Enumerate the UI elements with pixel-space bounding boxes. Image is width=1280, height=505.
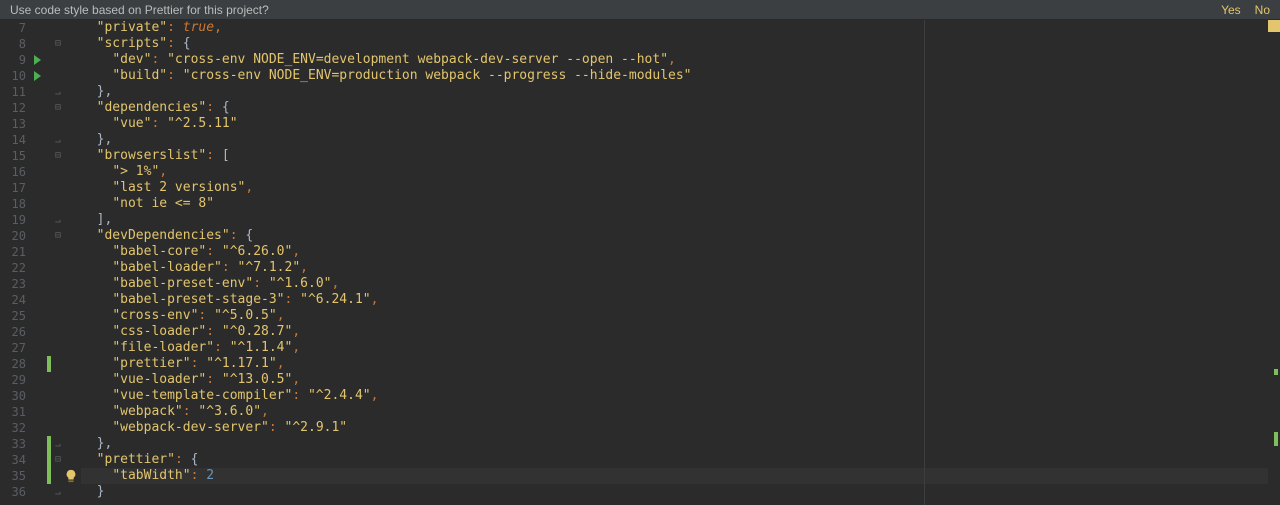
line-number[interactable]: 9 <box>0 52 26 68</box>
run-script-icon[interactable] <box>34 55 41 65</box>
line-number[interactable]: 34 <box>0 452 26 468</box>
code-line[interactable]: "css-loader": "^0.28.7", <box>81 324 1280 340</box>
line-number[interactable]: 30 <box>0 388 26 404</box>
scrollbar-strip[interactable] <box>1268 20 1280 505</box>
code-line[interactable]: "vue": "^2.5.11" <box>81 116 1280 132</box>
line-number[interactable]: 29 <box>0 372 26 388</box>
line-number[interactable]: 23 <box>0 276 26 292</box>
code-line[interactable]: "prettier": { <box>81 452 1280 468</box>
code-line[interactable]: "webpack": "^3.6.0", <box>81 404 1280 420</box>
intention-gutter <box>63 20 81 505</box>
line-number[interactable]: 14 <box>0 132 26 148</box>
line-number[interactable]: 12 <box>0 100 26 116</box>
code-line[interactable]: "babel-core": "^6.26.0", <box>81 244 1280 260</box>
line-number[interactable]: 28 <box>0 356 26 372</box>
inspection-status-icon[interactable] <box>1268 20 1280 32</box>
code-line[interactable]: "> 1%", <box>81 164 1280 180</box>
fold-end-icon: ⌐ <box>53 132 63 148</box>
code-line[interactable]: }, <box>81 84 1280 100</box>
code-line[interactable]: "dev": "cross-env NODE_ENV=development w… <box>81 52 1280 68</box>
code-line[interactable]: }, <box>81 436 1280 452</box>
line-number[interactable]: 32 <box>0 420 26 436</box>
code-line[interactable]: "last 2 versions", <box>81 180 1280 196</box>
notification-message: Use code style based on Prettier for thi… <box>10 0 269 20</box>
code-line[interactable]: "babel-preset-stage-3": "^6.24.1", <box>81 292 1280 308</box>
code-line[interactable]: "private": true, <box>81 20 1280 36</box>
code-line[interactable]: "babel-loader": "^7.1.2", <box>81 260 1280 276</box>
code-line[interactable]: "vue-loader": "^13.0.5", <box>81 372 1280 388</box>
code-line[interactable]: "not ie <= 8" <box>81 196 1280 212</box>
line-number[interactable]: 18 <box>0 196 26 212</box>
fold-toggle-open-icon[interactable]: ⊟ <box>53 100 63 116</box>
fold-toggle-open-icon[interactable]: ⊟ <box>53 228 63 244</box>
run-script-icon[interactable] <box>34 71 41 81</box>
code-line[interactable]: "file-loader": "^1.1.4", <box>81 340 1280 356</box>
code-line[interactable]: "babel-preset-env": "^1.6.0", <box>81 276 1280 292</box>
right-margin-guide <box>924 20 925 505</box>
line-number[interactable]: 31 <box>0 404 26 420</box>
code-line[interactable]: "scripts": { <box>81 36 1280 52</box>
line-number[interactable]: 24 <box>0 292 26 308</box>
line-number[interactable]: 8 <box>0 36 26 52</box>
fold-toggle-open-icon[interactable]: ⊟ <box>53 36 63 52</box>
code-line[interactable]: "browserslist": [ <box>81 148 1280 164</box>
line-number[interactable]: 7 <box>0 20 26 36</box>
fold-end-icon: ⌐ <box>53 484 63 500</box>
line-number[interactable]: 15 <box>0 148 26 164</box>
code-line[interactable]: "cross-env": "^5.0.5", <box>81 308 1280 324</box>
line-number[interactable]: 33 <box>0 436 26 452</box>
line-number[interactable]: 16 <box>0 164 26 180</box>
notification-yes-link[interactable]: Yes <box>1221 0 1241 20</box>
code-line[interactable]: "prettier": "^1.17.1", <box>81 356 1280 372</box>
line-number[interactable]: 36 <box>0 484 26 500</box>
line-number[interactable]: 11 <box>0 84 26 100</box>
line-number[interactable]: 26 <box>0 324 26 340</box>
scrollbar-change-marker[interactable] <box>1274 432 1278 446</box>
fold-gutter[interactable]: ⊟⌐⊟⌐⊟⌐⊟⌐⊟⌐ <box>53 20 63 505</box>
fold-end-icon: ⌐ <box>53 436 63 452</box>
line-number[interactable]: 10 <box>0 68 26 84</box>
line-number[interactable]: 17 <box>0 180 26 196</box>
vcs-added-marker[interactable] <box>47 436 51 484</box>
line-number[interactable]: 22 <box>0 260 26 276</box>
run-gutter <box>32 20 47 505</box>
code-line[interactable]: ], <box>81 212 1280 228</box>
intention-bulb-icon[interactable] <box>64 469 78 483</box>
line-number[interactable]: 13 <box>0 116 26 132</box>
fold-toggle-open-icon[interactable]: ⊟ <box>53 148 63 164</box>
code-line[interactable]: "dependencies": { <box>81 100 1280 116</box>
code-editor[interactable]: 7891011121314151617181920212223242526272… <box>0 20 1280 505</box>
code-line[interactable]: "devDependencies": { <box>81 228 1280 244</box>
code-line[interactable]: }, <box>81 132 1280 148</box>
scrollbar-change-marker[interactable] <box>1274 369 1278 375</box>
line-number[interactable]: 27 <box>0 340 26 356</box>
notification-bar: Use code style based on Prettier for thi… <box>0 0 1280 20</box>
code-line[interactable]: } <box>81 484 1280 500</box>
line-number[interactable]: 19 <box>0 212 26 228</box>
code-line[interactable]: "tabWidth": 2 <box>81 468 1280 484</box>
fold-end-icon: ⌐ <box>53 212 63 228</box>
fold-toggle-open-icon[interactable]: ⊟ <box>53 452 63 468</box>
line-number[interactable]: 25 <box>0 308 26 324</box>
code-line[interactable]: "webpack-dev-server": "^2.9.1" <box>81 420 1280 436</box>
code-line[interactable]: "build": "cross-env NODE_ENV=production … <box>81 68 1280 84</box>
fold-end-icon: ⌐ <box>53 84 63 100</box>
vcs-added-marker[interactable] <box>47 356 51 372</box>
code-line[interactable]: "vue-template-compiler": "^2.4.4", <box>81 388 1280 404</box>
line-number[interactable]: 35 <box>0 468 26 484</box>
notification-no-link[interactable]: No <box>1255 0 1270 20</box>
line-number-gutter[interactable]: 7891011121314151617181920212223242526272… <box>0 20 32 505</box>
code-area[interactable]: "private": true, "scripts": { "dev": "cr… <box>81 20 1280 505</box>
line-number[interactable]: 21 <box>0 244 26 260</box>
line-number[interactable]: 20 <box>0 228 26 244</box>
